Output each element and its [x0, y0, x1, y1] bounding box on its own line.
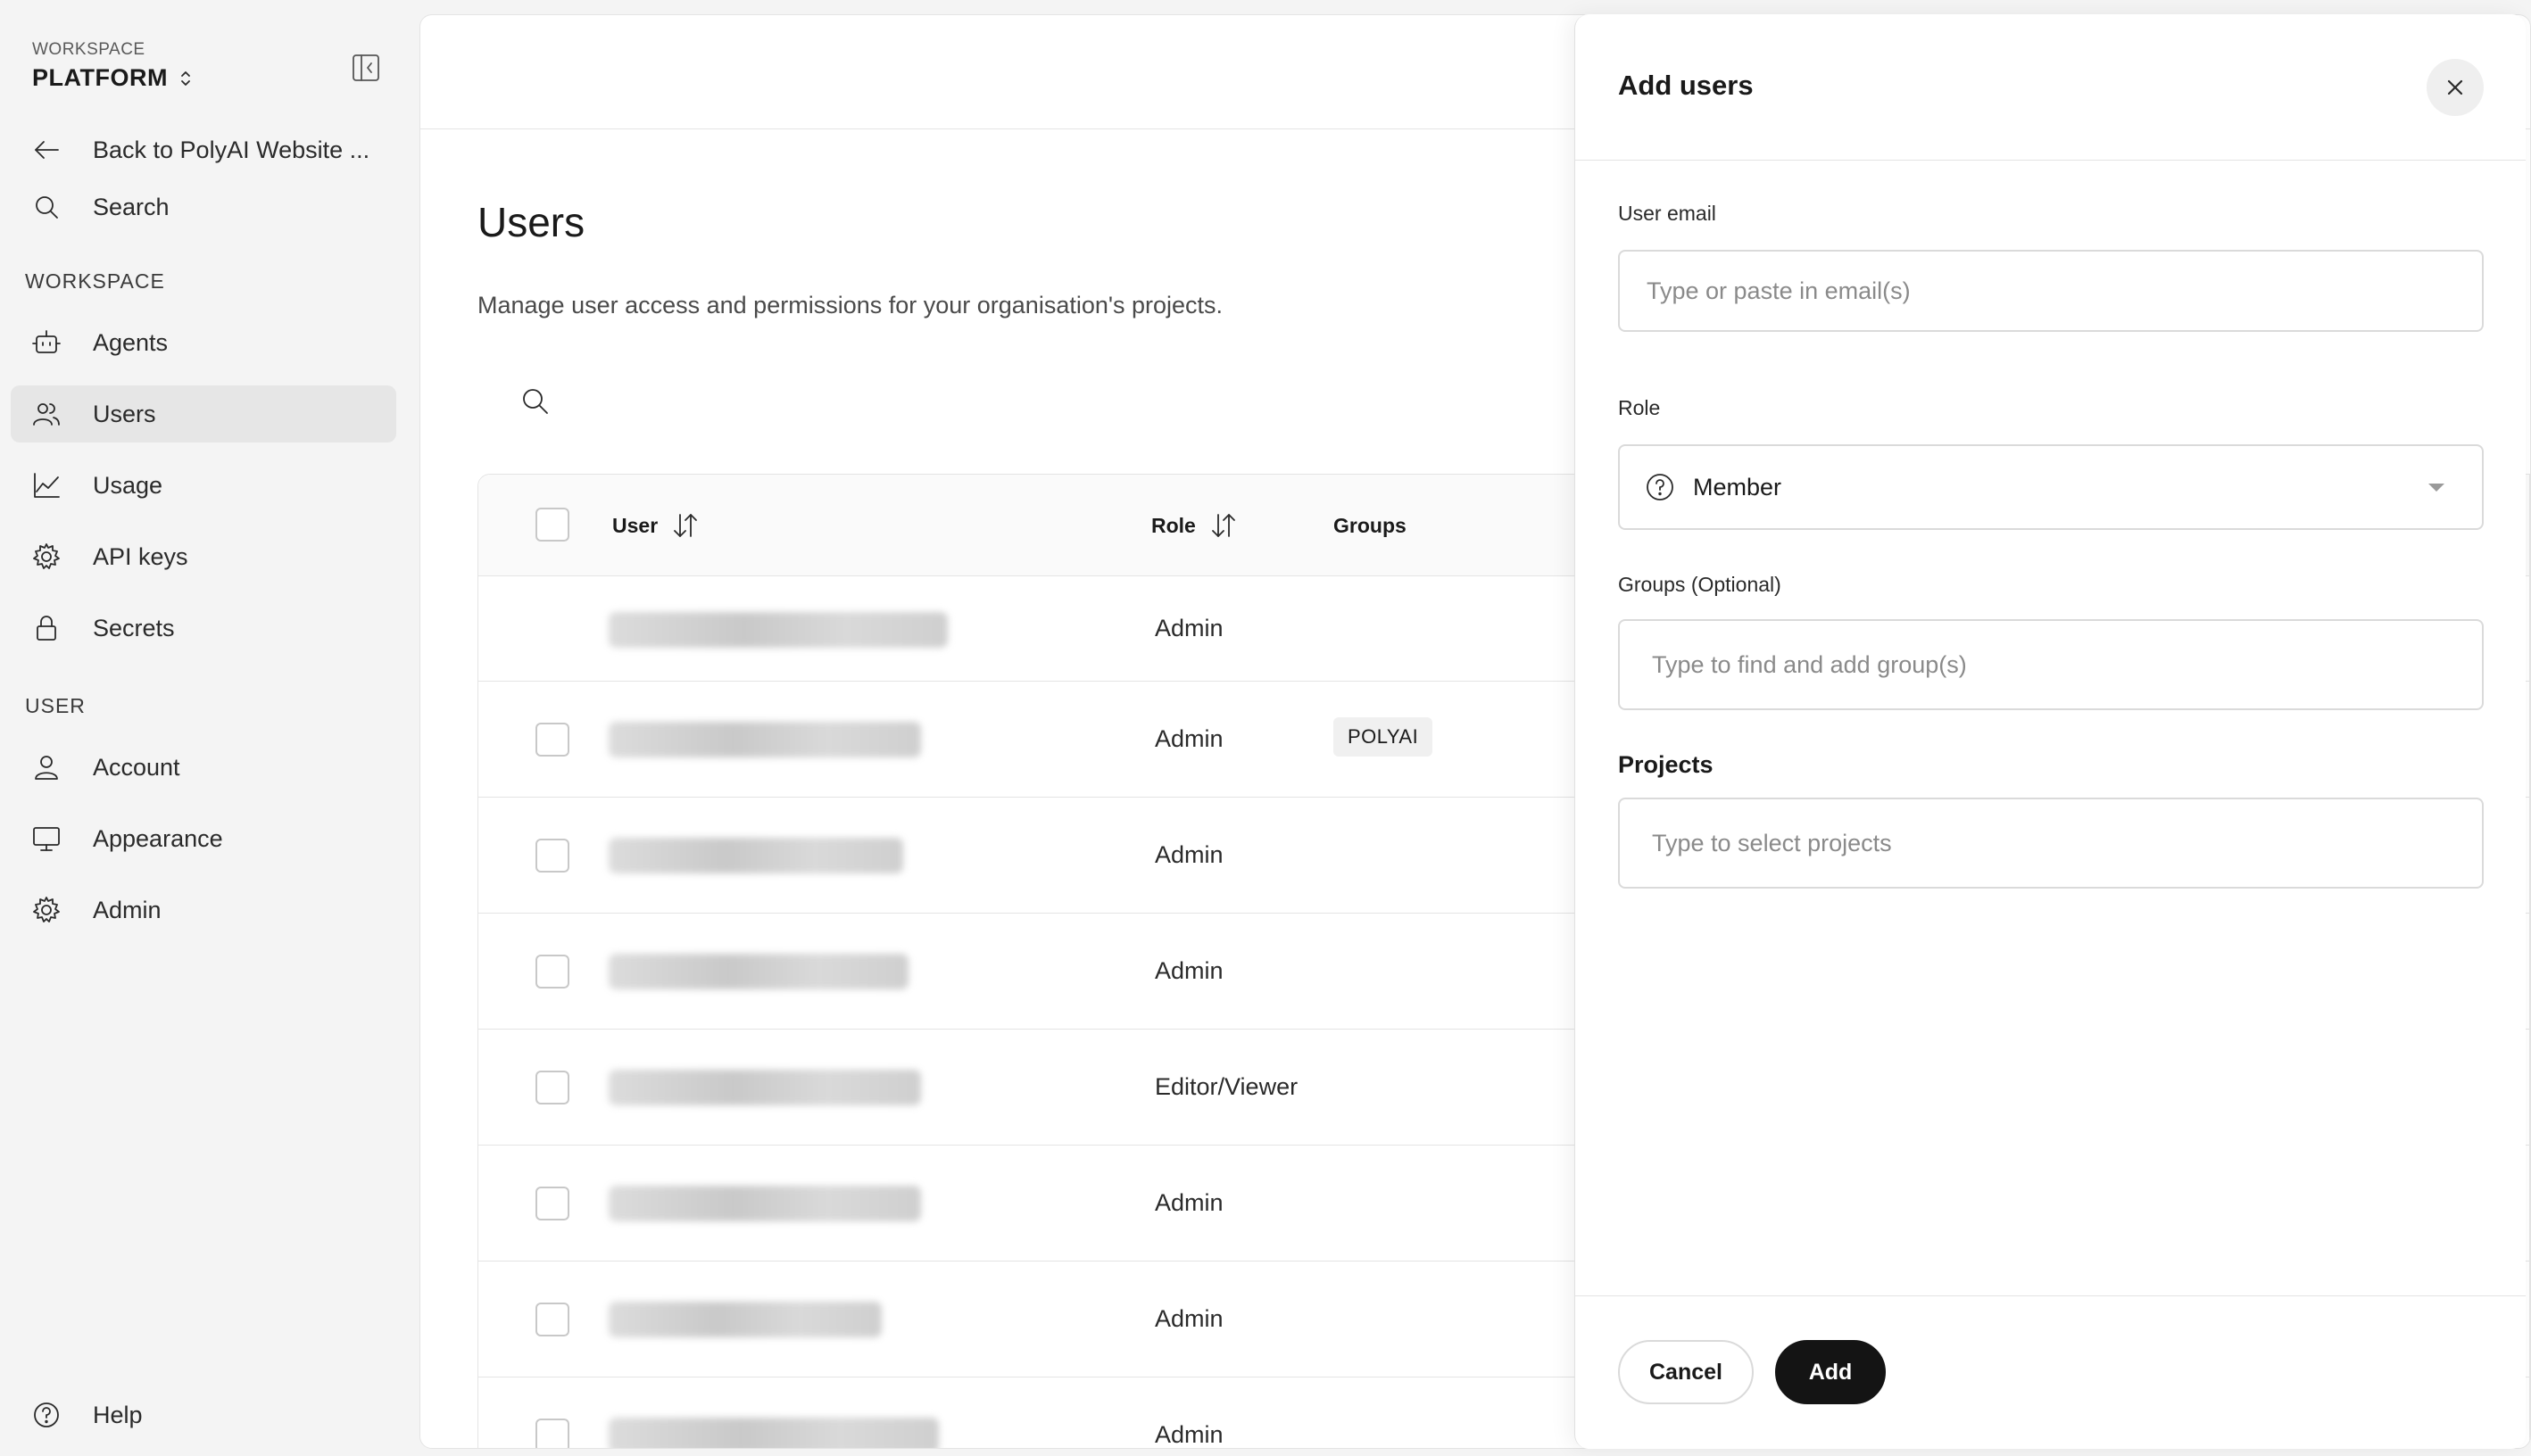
- sidebar-item-account[interactable]: Account: [11, 739, 396, 796]
- column-label: Groups: [1333, 513, 1407, 537]
- sidebar-item-admin[interactable]: Admin: [11, 881, 396, 939]
- chevron-up-down-icon: [178, 68, 193, 89]
- sidebar-item-label: Secrets: [93, 614, 175, 641]
- page-subtitle: Manage user access and permissions for y…: [477, 292, 1224, 318]
- section-title-workspace: WORKSPACE: [25, 269, 165, 293]
- sidebar-item-label: Usage: [93, 471, 163, 499]
- role-cell: Admin: [1155, 957, 1224, 984]
- row-checkbox[interactable]: [535, 1071, 569, 1104]
- groups-placeholder: Type to find and add group(s): [1652, 650, 1967, 678]
- user-email-redacted: [609, 1302, 882, 1337]
- lock-icon: [30, 612, 62, 644]
- row-checkbox[interactable]: [535, 1187, 569, 1220]
- user-email-redacted: [609, 612, 948, 648]
- column-label: User: [612, 513, 659, 537]
- gear-icon: [30, 894, 62, 926]
- projects-placeholder: Type to select projects: [1652, 829, 1892, 856]
- row-checkbox[interactable]: [535, 723, 569, 757]
- role-cell: Admin: [1155, 841, 1224, 868]
- workspace-switcher[interactable]: PLATFORM: [32, 64, 193, 92]
- sidebar: WORKSPACE PLATFORM Back to PolyAI Websit…: [0, 0, 416, 1456]
- help-label: Help: [93, 1401, 143, 1428]
- sidebar-item-agents[interactable]: Agents: [11, 314, 396, 371]
- column-header-user[interactable]: User: [612, 475, 701, 576]
- workspace-name: PLATFORM: [32, 64, 168, 91]
- drawer-title: Add users: [1618, 70, 1754, 101]
- email-label: User email: [1618, 202, 1716, 225]
- role-label: Role: [1618, 396, 1661, 419]
- role-cell: Admin: [1155, 615, 1224, 641]
- sidebar-item-label: Appearance: [93, 824, 223, 852]
- role-cell: Admin: [1155, 1189, 1224, 1216]
- drawer-header: Add users: [1575, 14, 2526, 161]
- arrow-left-icon: [30, 134, 62, 166]
- projects-field[interactable]: Type to select projects: [1618, 798, 2484, 889]
- role-cell: Editor/Viewer: [1155, 1073, 1299, 1100]
- sidebar-item-label: Account: [93, 753, 180, 781]
- row-checkbox[interactable]: [535, 1419, 569, 1448]
- add-button[interactable]: Add: [1775, 1340, 1886, 1404]
- chevron-down-icon: [2428, 484, 2444, 492]
- sidebar-item-label: Admin: [93, 896, 162, 923]
- column-label: Role: [1151, 513, 1196, 537]
- email-placeholder: Type or paste in email(s): [1647, 277, 1911, 304]
- sort-icon: [670, 510, 701, 541]
- sort-icon: [1208, 510, 1239, 541]
- table-search-icon[interactable]: [519, 385, 552, 418]
- user-email-redacted: [609, 1418, 939, 1448]
- role-cell: Admin: [1155, 725, 1224, 752]
- add-users-drawer: Add users User email Type or paste in em…: [1574, 14, 2526, 1449]
- gear-icon: [30, 541, 62, 573]
- search-icon: [30, 191, 62, 223]
- projects-label: Projects: [1618, 751, 1714, 778]
- section-title-user: USER: [25, 694, 86, 717]
- group-badge: POLYAI: [1333, 717, 1433, 757]
- page-title: Users: [477, 199, 585, 245]
- role-value: Member: [1693, 473, 1782, 500]
- user-email-redacted: [609, 954, 909, 989]
- user-email-redacted: [609, 838, 903, 873]
- role-select[interactable]: Member: [1618, 444, 2484, 530]
- groups-label: Groups (Optional): [1618, 573, 1781, 596]
- workspace-label: WORKSPACE: [32, 40, 145, 59]
- user-email-redacted: [609, 722, 921, 757]
- sidebar-item-label: Users: [93, 400, 156, 427]
- select-all-checkbox[interactable]: [535, 508, 569, 542]
- question-circle-icon: [1645, 472, 1675, 502]
- monitor-icon: [30, 823, 62, 855]
- user-email-redacted: [609, 1070, 921, 1105]
- user-email-redacted: [609, 1186, 921, 1221]
- robot-icon: [30, 327, 62, 359]
- chart-line-icon: [30, 469, 62, 501]
- sidebar-item-users[interactable]: Users: [11, 385, 396, 443]
- sidebar-item-api-keys[interactable]: API keys: [11, 528, 396, 585]
- email-field[interactable]: Type or paste in email(s): [1618, 250, 2484, 332]
- cancel-button[interactable]: Cancel: [1618, 1340, 1754, 1404]
- collapse-sidebar-icon[interactable]: [350, 52, 382, 84]
- help-link[interactable]: Help: [11, 1386, 396, 1444]
- users-icon: [30, 398, 62, 430]
- sidebar-item-label: API keys: [93, 542, 188, 570]
- row-checkbox[interactable]: [535, 1303, 569, 1336]
- close-icon: [2444, 76, 2467, 99]
- column-header-groups: Groups: [1333, 475, 1407, 576]
- back-to-website-link[interactable]: Back to PolyAI Website ...: [11, 121, 396, 178]
- person-icon: [30, 751, 62, 783]
- search-label: Search: [93, 193, 170, 220]
- column-header-role[interactable]: Role: [1151, 475, 1239, 576]
- sidebar-search[interactable]: Search: [11, 178, 396, 236]
- sidebar-item-usage[interactable]: Usage: [11, 457, 396, 514]
- row-checkbox[interactable]: [535, 955, 569, 989]
- role-cell: Admin: [1155, 1305, 1224, 1332]
- sidebar-item-secrets[interactable]: Secrets: [11, 600, 396, 657]
- role-cell: Admin: [1155, 1421, 1224, 1448]
- help-circle-icon: [30, 1399, 62, 1431]
- close-button[interactable]: [2427, 59, 2484, 116]
- sidebar-item-label: Agents: [93, 328, 169, 356]
- row-checkbox[interactable]: [535, 839, 569, 873]
- sidebar-item-appearance[interactable]: Appearance: [11, 810, 396, 867]
- back-link-label: Back to PolyAI Website ...: [93, 136, 370, 163]
- groups-field[interactable]: Type to find and add group(s): [1618, 619, 2484, 710]
